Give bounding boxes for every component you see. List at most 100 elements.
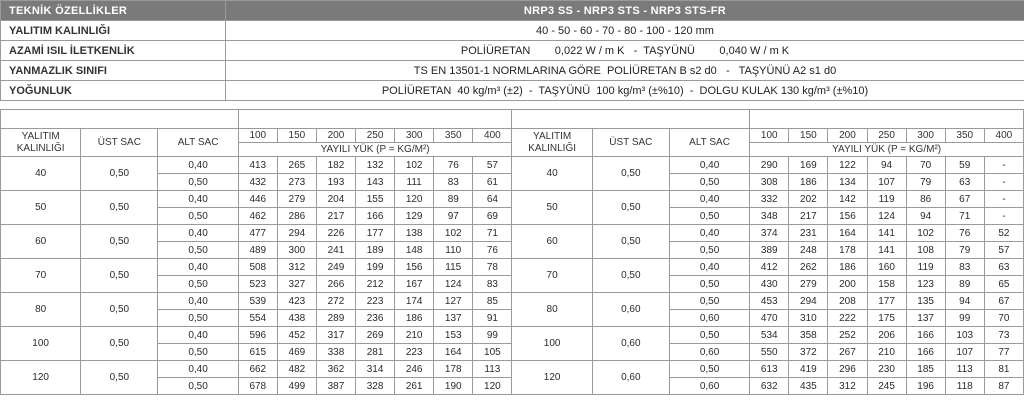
left-load-value: 338 [315, 343, 357, 361]
spec-header-right: NRP3 SS - NRP3 STS - NRP3 STS-FR [225, 0, 1024, 21]
spec-label: AZAMİ ISIL İLETKENLİK [0, 40, 226, 61]
right-load-value: 294 [788, 292, 829, 310]
left-load-value: 217 [315, 207, 357, 225]
right-load-value: 59 [944, 156, 985, 174]
right-load-value: 186 [788, 173, 829, 191]
left-thickness-cell: 40 [0, 156, 82, 191]
right-load-value: 419 [788, 360, 829, 378]
right-load-value: 141 [866, 241, 907, 259]
left-load-value: 110 [433, 241, 474, 259]
right-load-value: 430 [749, 275, 790, 293]
left-bottom-sheet-cell: 0,50 [157, 377, 239, 395]
left-load-value: 166 [355, 207, 396, 225]
right-load-value: 52 [983, 224, 1024, 242]
left-load-value: 105 [472, 343, 513, 361]
spec-row-density: YOĞUNLUK POLİÜRETAN 40 kg/m³ (±2) - TAŞY… [0, 80, 1024, 101]
left-load-value: 539 [237, 292, 278, 310]
left-load-value: 678 [237, 377, 278, 395]
left-load-value: 438 [276, 309, 317, 327]
right-thickness-cell: 80 [511, 292, 593, 327]
right-load-value: 412 [749, 258, 790, 276]
right-load-value: 122 [827, 156, 868, 174]
left-load-value: 102 [394, 156, 435, 174]
right-bottom-sheet-cell: 0,50 [668, 326, 751, 344]
right-load-value: 76 [944, 224, 985, 242]
left-load-value: 138 [394, 224, 435, 242]
right-load-value: 142 [827, 190, 868, 208]
left-load-value: 61 [472, 173, 513, 191]
right-load-value: 156 [827, 207, 868, 225]
right-bottom-sheet-cell: 0,50 [668, 292, 751, 310]
right-top-sheet-cell: 0,50 [591, 156, 670, 191]
right-load-value: 94 [944, 292, 985, 310]
left-load-value: 446 [237, 190, 278, 208]
right-load-value: 160 [866, 258, 907, 276]
right-span-header: 350 [944, 128, 985, 143]
right-load-value: 372 [788, 343, 829, 361]
right-load-value: 185 [905, 360, 946, 378]
left-load-value: 182 [315, 156, 357, 174]
table-row: 120 0,50 0,40 662 482 362 314 246 178 113 120 0,60 0… [0, 360, 1024, 395]
left-load-value: 226 [315, 224, 357, 242]
right-load-title: LİMİT DEĞERİ (L/200) [749, 109, 1024, 129]
left-load-value: 469 [276, 343, 317, 361]
left-span-header: 250 [355, 128, 396, 143]
right-bottom-sheet-cell: 0,50 [668, 207, 751, 225]
table-row: 60 0,50 0,40 477 294 226 177 138 102 71 60 0,50 0,40… [0, 224, 1024, 259]
left-load-value: 137 [433, 309, 474, 327]
right-load-value: 103 [944, 326, 985, 344]
right-load-value: 113 [944, 360, 985, 378]
left-load-value: 477 [237, 224, 278, 242]
left-bottom-sheet-cell: 0,40 [157, 360, 239, 378]
right-load-value: 613 [749, 360, 790, 378]
right-load-value: 186 [827, 258, 868, 276]
left-bottom-sheet-cell: 0,50 [157, 241, 239, 259]
right-load-value: 435 [788, 377, 829, 395]
left-load-value: 249 [315, 258, 357, 276]
left-bottom-sheet-cell: 0,40 [157, 326, 239, 344]
left-load-value: 69 [472, 207, 513, 225]
left-top-sheet-cell: 0,50 [80, 360, 159, 395]
left-load-value: 164 [433, 343, 474, 361]
left-load-value: 223 [394, 343, 435, 361]
left-load-value: 314 [355, 360, 396, 378]
right-span-header: 150 [788, 128, 829, 143]
right-load-value: 158 [866, 275, 907, 293]
left-load-value: 312 [276, 258, 317, 276]
right-load-value: 77 [983, 343, 1024, 361]
spec-row-thickness: YALITIM KALINLIĞI 40 - 50 - 60 - 70 - 80… [0, 20, 1024, 41]
left-load-value: 300 [276, 241, 317, 259]
right-load-value: 169 [788, 156, 829, 174]
table-row: 70 0,50 0,40 508 312 249 199 156 115 78 70 0,50 0,40… [0, 258, 1024, 293]
left-load-value: 387 [315, 377, 357, 395]
right-load-value: 57 [983, 241, 1024, 259]
right-load-value: 108 [905, 241, 946, 259]
spec-label: YALITIM KALINLIĞI [0, 20, 226, 41]
left-load-value: 186 [394, 309, 435, 327]
right-load-value: 123 [905, 275, 946, 293]
left-load-value: 91 [472, 309, 513, 327]
right-top-sheet-cell: 0,50 [591, 190, 670, 225]
right-load-value: 79 [905, 173, 946, 191]
right-load-value: 470 [749, 309, 790, 327]
left-bottom-sheet-cell: 0,40 [157, 156, 239, 174]
right-load-value: - [983, 156, 1024, 174]
left-load-value: 212 [355, 275, 396, 293]
right-load-value: 87 [983, 377, 1024, 395]
right-thickness-cell: 50 [511, 190, 593, 225]
right-load-value: - [983, 190, 1024, 208]
left-load-value: 120 [394, 190, 435, 208]
left-bottom-sheet-header: ALT SAC [157, 128, 239, 157]
load-table: NRP3 SS YÜK TAŞIMA TABLOSU NRP3 STS - NRP3… [0, 109, 1024, 395]
right-load-value: 453 [749, 292, 790, 310]
left-load-value: 85 [472, 292, 513, 310]
left-bottom-sheet-cell: 0,40 [157, 224, 239, 242]
right-load-value: 119 [866, 190, 907, 208]
left-load-value: 508 [237, 258, 278, 276]
left-load-value: 89 [433, 190, 474, 208]
right-load-value: 389 [749, 241, 790, 259]
right-load-value: 70 [983, 309, 1024, 327]
right-load-value: 134 [827, 173, 868, 191]
left-load-value: 489 [237, 241, 278, 259]
right-load-value: 332 [749, 190, 790, 208]
